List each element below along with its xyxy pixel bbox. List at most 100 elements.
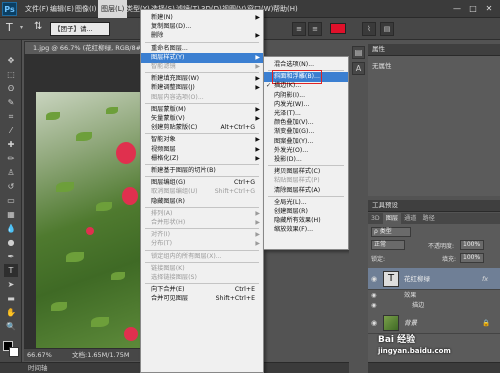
maximize-icon[interactable]: □ <box>466 3 480 14</box>
brush-tool-icon[interactable]: ✏ <box>4 152 18 165</box>
fx-icon[interactable]: fx <box>482 268 488 290</box>
tab-paths[interactable]: 路径 <box>419 213 437 224</box>
marquee-tool-icon[interactable]: ⬚ <box>4 68 18 81</box>
layer-menu-item[interactable]: 删除 ▶ <box>141 31 263 41</box>
opacity-label: 不透明度: <box>428 243 455 250</box>
layer-menu-item-label: 图层内容选项(O)... <box>151 93 204 101</box>
style-submenu-item[interactable]: 混合选项(N)... <box>264 60 348 70</box>
layer-filter-select[interactable]: ρ 类型 <box>371 227 411 237</box>
panels-toggle-icon[interactable]: ▤ <box>380 22 394 36</box>
menu-separator <box>145 206 259 208</box>
chevron-down-icon[interactable]: ▾ <box>20 24 23 31</box>
document-tab[interactable]: 1.jpg @ 66.7% (花红柳绿, RGB/8#) * <box>24 41 142 54</box>
history-brush-tool-icon[interactable]: ↺ <box>4 180 18 193</box>
layer-menu-item: 分布(T) ▶ <box>141 239 263 249</box>
menu-layer[interactable]: 图层(L) <box>98 0 128 18</box>
shape-tool-icon[interactable]: ▬ <box>4 292 18 305</box>
style-submenu-item[interactable]: 缩放效果(F)... <box>264 225 348 235</box>
menu-separator <box>268 165 344 167</box>
layer-row-background[interactable]: ◉ 背景 🔒 <box>368 312 500 334</box>
close-icon[interactable]: ✕ <box>482 3 496 14</box>
menu-separator <box>268 195 344 197</box>
warp-text-icon[interactable]: ⌇ <box>362 22 376 36</box>
opacity-input[interactable]: 100% <box>460 240 484 250</box>
layer-name[interactable]: 花红柳绿 <box>404 268 430 290</box>
history-icon[interactable]: ▤ <box>352 46 365 59</box>
healing-tool-icon[interactable]: ✚ <box>4 138 18 151</box>
layer-row-text[interactable]: ◉ T 花红柳绿 fx <box>368 268 500 290</box>
fill-label: 填充: <box>442 256 457 263</box>
menu-separator <box>145 41 259 43</box>
stamp-tool-icon[interactable]: ♙ <box>4 166 18 179</box>
document-canvas[interactable] <box>24 54 140 348</box>
crop-tool-icon[interactable]: ⌗ <box>4 110 18 123</box>
pen-tool-icon[interactable]: ✒ <box>4 250 18 263</box>
stroke-effect-row[interactable]: ◉ 描边 <box>368 301 500 311</box>
fill-input[interactable]: 100% <box>460 253 484 263</box>
eye-icon[interactable]: ◉ <box>371 291 376 301</box>
minimize-icon[interactable]: — <box>450 3 464 14</box>
layer-menu-item[interactable]: 栅格化(Z) ▶ <box>141 154 263 164</box>
properties-panel-title[interactable]: 属性 <box>368 44 500 56</box>
stroke-effect-label: 描边 <box>412 302 425 309</box>
layer-menu-item-label: 删除 <box>151 32 164 40</box>
eye-icon[interactable]: ◉ <box>371 301 376 311</box>
right-panels: 属性 无属性 工具预设 3D 图层 通道 路径 ρ 类型 正常 不透明度: 100% … <box>368 40 500 362</box>
background-layer-thumbnail <box>383 315 399 331</box>
type-tool-icon[interactable]: T <box>4 264 18 277</box>
eye-icon[interactable]: ◉ <box>371 312 377 334</box>
menu-help[interactable]: 帮助(H) <box>273 0 298 18</box>
blend-mode-select[interactable]: 正常 <box>371 240 405 250</box>
photo-image <box>36 92 140 348</box>
blur-tool-icon[interactable]: 💧 <box>4 222 18 235</box>
menu-image[interactable]: 图像(I) <box>75 0 97 18</box>
gradient-tool-icon[interactable]: ▦ <box>4 208 18 221</box>
move-tool-icon[interactable]: ✥ <box>4 54 18 67</box>
background-color-swatch[interactable] <box>9 347 19 357</box>
menu-separator <box>145 72 259 74</box>
effects-label: 效果 <box>404 292 417 299</box>
layer-menu-item[interactable]: 合并可见图层 Shift+Ctrl+E <box>141 294 263 304</box>
character-icon[interactable]: A <box>352 62 365 75</box>
layer-name-field[interactable]: 【团子】请... <box>50 22 110 36</box>
hand-tool-icon[interactable]: ✋ <box>4 306 18 319</box>
align-center-icon[interactable]: ≡ <box>308 22 322 36</box>
layer-menu-item[interactable]: 创建剪贴蒙版(C) Alt+Ctrl+G <box>141 123 263 133</box>
eraser-tool-icon[interactable]: ▭ <box>4 194 18 207</box>
style-submenu-item[interactable]: 清除图层样式(A) <box>264 186 348 196</box>
submenu-arrow-icon: ▶ <box>255 32 260 40</box>
menu-file[interactable]: 文件(F) <box>25 0 49 18</box>
effects-row[interactable]: ◉ 效果 <box>368 291 500 301</box>
layer-menu-item[interactable]: 隐藏图层(R) <box>141 197 263 207</box>
layer-menu-item-label: 分布(T) <box>151 240 172 248</box>
zoom-level[interactable]: 66.67% <box>27 349 52 361</box>
dodge-tool-icon[interactable]: ● <box>4 236 18 249</box>
layer-name[interactable]: 背景 <box>404 312 417 334</box>
text-orientation-icon[interactable]: ⇅ <box>34 21 42 32</box>
quick-select-tool-icon[interactable]: ✎ <box>4 96 18 109</box>
zoom-tool-icon[interactable]: 🔍 <box>4 320 18 333</box>
tab-layers[interactable]: 图层 <box>382 213 402 224</box>
align-left-icon[interactable]: ≡ <box>292 22 306 36</box>
layer-menu-shortcut: Shift+Ctrl+E <box>215 295 255 303</box>
tool-presets-header[interactable]: 工具预设 <box>368 200 500 212</box>
layer-menu-item[interactable]: 新建基于图层的切片(B) <box>141 166 263 176</box>
layer-menu: 新建(N) ▶ 复制图层(D)... 删除 ▶ 重命名图层... 图层样式(Y) ▶ 智能滤镜 ▶… <box>140 9 264 373</box>
lasso-tool-icon[interactable]: ʘ <box>4 82 18 95</box>
menu-separator <box>145 133 259 135</box>
style-submenu-item[interactable]: 投影(D)... <box>264 155 348 165</box>
eyedropper-tool-icon[interactable]: ⁄ <box>4 124 18 137</box>
style-submenu-item-label: 缩放效果(F)... <box>274 226 314 234</box>
path-select-tool-icon[interactable]: ➤ <box>4 278 18 291</box>
menu-edit[interactable]: 编辑(E) <box>50 0 74 18</box>
menu-separator <box>145 283 259 285</box>
type-tool-icon[interactable]: T <box>6 21 13 34</box>
text-color-swatch[interactable] <box>330 23 346 34</box>
tab-channels[interactable]: 通道 <box>401 213 419 224</box>
doc-info[interactable]: 文档:1.65M/1.75M <box>72 349 130 361</box>
tab-3d[interactable]: 3D <box>368 213 383 224</box>
layer-menu-item-label: 合并形状(H) <box>151 219 186 226</box>
lock-label: 锁定: <box>371 256 386 263</box>
layer-menu-item-label: 栅格化(Z) <box>151 154 179 162</box>
eye-icon[interactable]: ◉ <box>371 268 377 290</box>
